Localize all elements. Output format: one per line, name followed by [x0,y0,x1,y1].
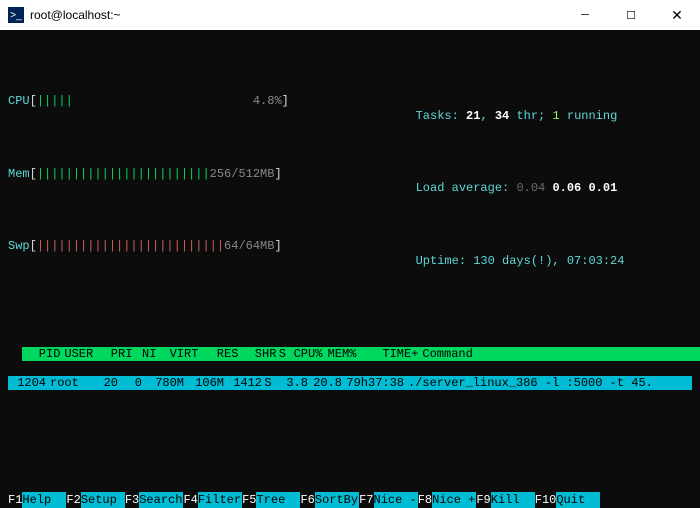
maximize-button[interactable]: ☐ [608,0,654,30]
footer-key[interactable]: F9Kill [476,492,534,508]
window-controls: ─ ☐ ✕ [562,0,700,30]
window-titlebar[interactable]: >_ root@localhost:~ ─ ☐ ✕ [0,0,700,30]
swp-meter-label: Swp [8,239,30,283]
swp-meter-bar: [||||||||||||||||||||||||||64/64MB] [30,239,282,283]
table-row[interactable]: 1204root200780M106M1412S3.820.879h37:38.… [8,376,692,391]
mem-meter-label: Mem [8,167,30,211]
cpu-meter-label: CPU [8,94,30,138]
process-table-header[interactable]: PIDUSERPRINIVIRTRESSHRSCPU%MEM%TIME+Comm… [22,347,700,362]
loadavg-label: Load average: [416,181,517,195]
footer-key[interactable]: F5Tree [242,492,300,508]
minimize-button[interactable]: ─ [562,0,608,30]
terminal-output[interactable]: CPU[||||| 4.8%] Tasks: 21, 34 thr; 1 run… [0,30,700,405]
powershell-icon: >_ [8,7,24,23]
footer-key[interactable]: F4Filter [183,492,242,508]
window-title: root@localhost:~ [30,8,562,22]
process-table-body: 1204root200780M106M1412S3.820.879h37:38.… [8,376,692,391]
mem-meter-bar: [||||||||||||||||||||||||256/512MB] [30,167,282,211]
footer-key[interactable]: F6SortBy [300,492,359,508]
footer-key[interactable]: F7Nice - [359,492,418,508]
footer-key[interactable]: F2Setup [66,492,124,508]
uptime-value: 130 days(!), 07:03:24 [473,254,624,268]
htop-meters: CPU[||||| 4.8%] Tasks: 21, 34 thr; 1 run… [8,65,692,312]
uptime-label: Uptime: [416,254,474,268]
cpu-meter-bar: [||||| 4.8%] [30,94,289,138]
tasks-label: Tasks: [416,109,466,123]
footer-key[interactable]: F3Search [125,492,184,508]
footer-key[interactable]: F10Quit [535,492,601,508]
table-row[interactable]: 1234root200780M106M1412S2.420.814h04:37.… [692,376,700,391]
footer-key[interactable]: F1Help [8,492,66,508]
tasks-value: 21 [466,109,480,123]
close-button[interactable]: ✕ [654,0,700,30]
footer-key[interactable]: F8Nice + [418,492,477,508]
htop-footer: F1Help F2Setup F3SearchF4FilterF5Tree F6… [0,492,700,508]
